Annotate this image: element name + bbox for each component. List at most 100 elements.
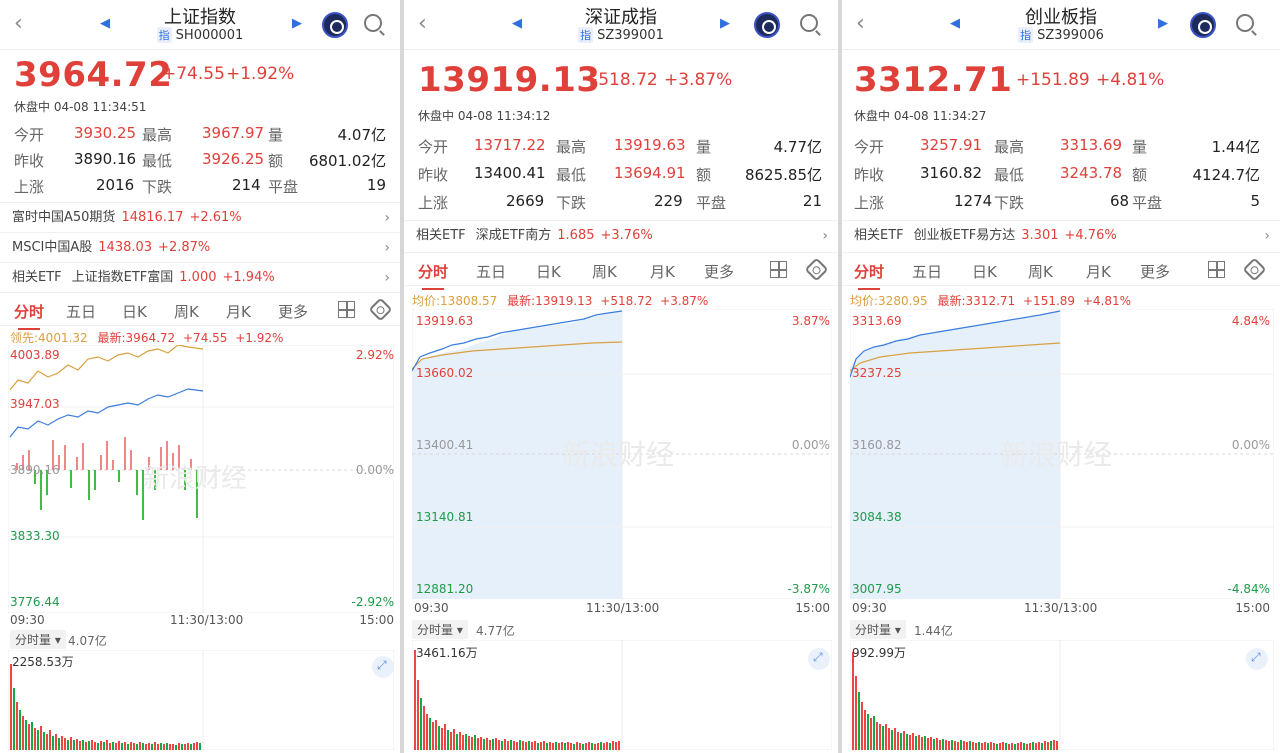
volume-selector[interactable]: 分时量 ▾ (10, 630, 66, 649)
y-mid-up: 3947.03 (10, 397, 60, 411)
intraday-chart[interactable]: 新浪财经 (8, 345, 394, 613)
next-index-icon[interactable]: ▶ (1158, 16, 1168, 31)
chart-legend: 均价:13808.57 最新:13919.13 +518.72 +3.87% (412, 294, 709, 308)
tab-more[interactable]: 更多 (278, 301, 308, 322)
quote-grid: 今开 3257.91 最高 3313.69 量 1.44亿 昨收 3160.82… (854, 136, 1260, 212)
settings-icon[interactable] (804, 257, 829, 282)
tab-5day[interactable]: 五日 (66, 301, 96, 322)
related-row-etf[interactable]: 相关ETF 创业板ETF易方达 3.301 +4.76% › (842, 220, 1280, 250)
y-pct-bot: -3.87% (787, 582, 830, 596)
ai-icon[interactable] (754, 12, 780, 38)
expand-icon[interactable] (808, 648, 830, 670)
search-icon[interactable] (800, 14, 818, 32)
tab-monthly-k[interactable]: 月K (1086, 261, 1111, 282)
tab-weekly-k[interactable]: 周K (1028, 261, 1053, 282)
volume-chart (850, 640, 1274, 750)
header: ‹ ◀ 上证指数 指 SH000001 ▶ (0, 0, 400, 50)
quote-grid: 今开 13717.22 最高 13919.63 量 4.77亿 昨收 13400… (418, 136, 822, 212)
tab-monthly-k[interactable]: 月K (650, 261, 675, 282)
y-mid-dn: 3833.30 (10, 529, 60, 543)
tab-daily-k[interactable]: 日K (536, 261, 561, 282)
tab-intraday[interactable]: 分时 (854, 261, 884, 290)
chevron-right-icon: › (384, 210, 390, 226)
y-mid: 3160.82 (852, 438, 902, 452)
settings-icon[interactable] (1242, 257, 1267, 282)
price-pct: +4.81% (1096, 70, 1165, 90)
price-pct: +1.92% (226, 64, 295, 84)
tab-weekly-k[interactable]: 周K (174, 301, 199, 322)
expand-icon[interactable] (372, 656, 394, 678)
header: ‹ ◀ 深证成指 指 SZ399001 ▶ (404, 0, 838, 50)
index-tag: 指 (156, 27, 172, 43)
tab-weekly-k[interactable]: 周K (592, 261, 617, 282)
y-mid-dn: 13140.81 (416, 510, 474, 524)
market-status: 休盘中 04-08 11:34:27 (854, 109, 987, 123)
y-pct-bot: -2.92% (351, 595, 394, 609)
layout-grid-icon[interactable] (1208, 261, 1225, 278)
y-mid-dn: 3084.38 (852, 510, 902, 524)
x-end: 15:00 (1235, 601, 1270, 615)
x-end: 15:00 (795, 601, 830, 615)
tab-monthly-k[interactable]: 月K (226, 301, 251, 322)
x-mid: 11:30/13:00 (1024, 601, 1098, 615)
y-top: 4003.89 (10, 348, 60, 362)
tab-intraday[interactable]: 分时 (418, 261, 448, 290)
search-icon[interactable] (1236, 14, 1254, 32)
y-pct-bot: -4.84% (1227, 582, 1270, 596)
header: ‹ ◀ 创业板指 指 SZ399006 ▶ (842, 0, 1280, 50)
tab-more[interactable]: 更多 (704, 261, 734, 282)
y-pct-top: 2.92% (355, 348, 394, 362)
x-end: 15:00 (359, 613, 394, 627)
x-start: 09:30 (10, 613, 45, 627)
chevron-right-icon: › (1264, 228, 1270, 244)
x-mid: 11:30/13:00 (170, 613, 244, 627)
tab-daily-k[interactable]: 日K (122, 301, 147, 322)
expand-icon[interactable] (1246, 648, 1268, 670)
layout-grid-icon[interactable] (770, 261, 787, 278)
chart-tabs: 分时 五日 日K 周K 月K 更多 (842, 252, 1280, 290)
y-pct-mid: 0.00% (791, 438, 830, 452)
tab-more[interactable]: 更多 (1140, 261, 1170, 282)
related-row-etf[interactable]: 相关ETF 上证指数ETF富国 1.000 +1.94% › (0, 262, 400, 292)
volume-total: 1.44亿 (914, 624, 953, 638)
search-icon[interactable] (364, 14, 382, 32)
tab-5day[interactable]: 五日 (912, 261, 942, 282)
y-mid: 13400.41 (416, 438, 474, 452)
related-row-msci[interactable]: MSCI中国A股 1438.03 +2.87% › (0, 232, 400, 262)
ai-icon[interactable] (322, 12, 348, 38)
x-start: 09:30 (414, 601, 449, 615)
intraday-chart[interactable]: 新浪财经 (850, 309, 1274, 599)
index-tag: 指 (578, 27, 594, 43)
y-pct-mid: 0.00% (1231, 438, 1270, 452)
tab-daily-k[interactable]: 日K (972, 261, 997, 282)
next-index-icon[interactable]: ▶ (292, 16, 302, 31)
related-row-etf[interactable]: 相关ETF 深成ETF南方 1.685 +3.76% › (404, 220, 838, 250)
volume-selector[interactable]: 分时量 ▾ (850, 620, 906, 639)
price-change: +151.89 (1016, 70, 1090, 90)
related-row-a50[interactable]: 富时中国A50期货 14816.17 +2.61% › (0, 202, 400, 232)
y-pct-mid: 0.00% (355, 463, 394, 477)
volume-max: 2258.53万 (12, 655, 74, 669)
next-index-icon[interactable]: ▶ (720, 16, 730, 31)
chart-legend: 领先:4001.32 最新:3964.72 +74.55 +1.92% (10, 331, 284, 345)
ai-icon[interactable] (1190, 12, 1216, 38)
volume-max: 992.99万 (852, 646, 906, 660)
y-bottom: 12881.20 (416, 582, 474, 596)
layout-grid-icon[interactable] (338, 301, 355, 318)
y-pct-top: 4.84% (1231, 314, 1270, 328)
current-price: 3964.72 (14, 55, 173, 95)
chevron-right-icon: › (384, 240, 390, 256)
settings-icon[interactable] (368, 297, 393, 322)
tab-5day[interactable]: 五日 (476, 261, 506, 282)
chart-tabs: 分时 五日 日K 周K 月K 更多 (0, 292, 400, 330)
y-top: 13919.63 (416, 314, 474, 328)
y-mid-up: 3237.25 (852, 366, 902, 380)
svg-text:新浪财经: 新浪财经 (143, 464, 247, 494)
volume-selector[interactable]: 分时量 ▾ (412, 620, 468, 639)
tab-intraday[interactable]: 分时 (14, 301, 44, 330)
market-status: 休盘中 04-08 11:34:12 (418, 109, 551, 123)
index-tag: 指 (1018, 27, 1034, 43)
intraday-chart[interactable]: 新浪财经 (412, 309, 832, 599)
panel-shenzhen: ‹ ◀ 深证成指 指 SZ399001 ▶ 13919.13 +518.72 +3… (404, 0, 838, 753)
panel-chinext: ‹ ◀ 创业板指 指 SZ399006 ▶ 3312.71 +151.89 +4.… (842, 0, 1280, 753)
